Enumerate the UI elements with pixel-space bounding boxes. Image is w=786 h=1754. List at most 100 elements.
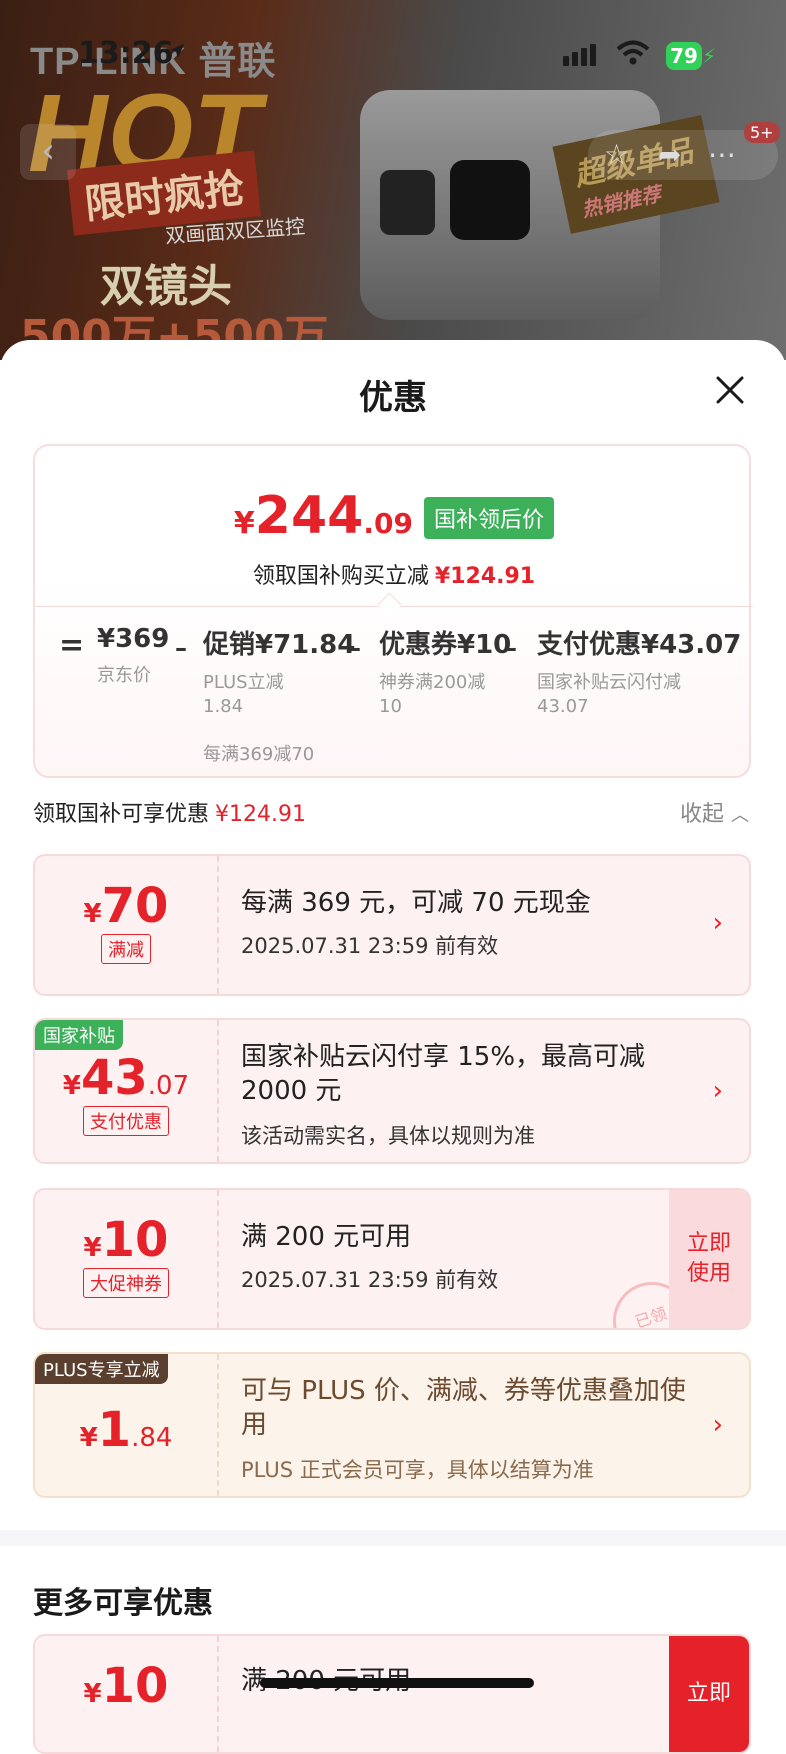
discount-amount-panel: ¥1.84	[35, 1354, 219, 1496]
collapse-toggle[interactable]: 收起 ︿	[680, 796, 749, 828]
minus-sign: –	[505, 634, 517, 662]
amount-decimal: .07	[147, 1071, 190, 1101]
charging-bolt-icon: ⚡	[702, 44, 717, 68]
message-count-badge: 5+	[744, 122, 780, 143]
discount-amount-panel: ¥10 大促神券	[35, 1190, 219, 1328]
discount-amount: ¥70	[35, 878, 217, 934]
camera-flash-module	[380, 170, 435, 235]
discount-card-full-reduction[interactable]: ¥70 满减 每满 369 元，可减 70 元现金 2025.07.31 23:…	[33, 854, 751, 996]
breakdown-value: 支付优惠¥43.07	[537, 630, 742, 660]
amount-currency: ¥	[83, 899, 102, 929]
discount-title: 国家补贴云闪付享 15%，最高可减 2000 元	[241, 1042, 646, 1106]
final-price: ¥244.09	[234, 486, 413, 546]
discount-validity: 2025.07.31 23:59 前有效	[241, 934, 499, 958]
amount-integer: 70	[101, 878, 169, 934]
discount-details: 可与 PLUS 价、满减、券等优惠叠加使用 PLUS 正式会员可享，具体以结算为…	[241, 1374, 689, 1484]
discount-card-plus-member[interactable]: PLUS专享立减 ¥1.84 可与 PLUS 价、满减、券等优惠叠加使用 PLU…	[33, 1352, 751, 1498]
discount-details: 国家补贴云闪付享 15%，最高可减 2000 元 该活动需实名，具体以规则为准	[241, 1040, 689, 1150]
subsidy-saving-amount: ¥124.91	[434, 564, 536, 589]
chevron-right-icon: ›	[712, 1076, 723, 1106]
amount-integer: 10	[101, 1658, 169, 1714]
top-action-bar: ☆ ➦ ⋯ 5+	[588, 122, 780, 180]
final-price-row: ¥244.09 国补领后价	[35, 486, 753, 546]
discount-rule-note: PLUS 正式会员可享，具体以结算为准	[241, 1458, 594, 1482]
price-currency: ¥	[233, 506, 255, 541]
home-indicator[interactable]	[260, 1678, 534, 1688]
discount-card-national-subsidy[interactable]: 国家补贴 ¥43.07 支付优惠 国家补贴云闪付享 15%，最高可减 2000 …	[33, 1018, 751, 1164]
subsidy-saving-line: 领取国补购买立减 ¥124.91	[35, 558, 753, 590]
amount-currency: ¥	[79, 1423, 98, 1453]
breakdown-value: ¥369	[97, 624, 170, 654]
available-discounts-header: 领取国补可享优惠 ¥124.91	[33, 796, 306, 828]
discount-amount: ¥10	[35, 1212, 217, 1268]
location-arrow-icon	[169, 43, 185, 59]
collapse-label: 收起	[680, 802, 725, 827]
amount-currency: ¥	[62, 1071, 81, 1101]
amount-currency: ¥	[83, 1233, 102, 1263]
breakdown-value: 促销¥71.84	[203, 630, 356, 660]
breakdown-promotion: 促销¥71.84 PLUS立减 1.84 每满369减70	[203, 624, 355, 767]
close-icon[interactable]	[714, 374, 746, 406]
more-discount-card-coupon[interactable]: ¥10 满 200 元可用 立即	[33, 1634, 751, 1754]
discount-amount: ¥1.84	[35, 1402, 217, 1458]
breakdown-value: 优惠券¥10	[379, 630, 512, 660]
sheet-title: 优惠	[359, 378, 427, 418]
price-breakdown-formula: = ¥369 京东价 – 促销¥71.84 PLUS立减 1.84 每满369减…	[35, 624, 753, 767]
status-time: 13:26	[78, 36, 174, 71]
back-button[interactable]: ‹	[20, 124, 76, 180]
available-discounts-label: 领取国补可享优惠	[33, 802, 210, 827]
breakdown-desc: PLUS立减 1.84 每满369减70	[203, 672, 315, 765]
breakdown-jd-price: ¥369 京东价	[97, 624, 169, 688]
discount-details: 满 200 元可用 2025.07.31 23:59 前有效	[241, 1220, 689, 1294]
breakdown-desc: 国家补贴云闪付减 43.07	[537, 672, 681, 717]
more-icon[interactable]: ⋯	[708, 138, 736, 171]
amount-decimal: .84	[131, 1423, 173, 1453]
minus-sign: –	[349, 634, 361, 662]
discount-title: 可与 PLUS 价、满减、券等优惠叠加使用	[241, 1376, 686, 1440]
price-integer: 244	[254, 486, 364, 546]
discount-rule-note: 该活动需实名，具体以规则为准	[241, 1124, 535, 1148]
subsidy-saving-label: 领取国补购买立减	[252, 564, 429, 589]
amount-integer: 43	[80, 1050, 148, 1106]
summary-notch	[377, 592, 402, 617]
share-icon[interactable]: ➦	[658, 138, 681, 171]
discount-type-pill: 支付优惠	[83, 1106, 169, 1136]
battery-level-badge: 79	[666, 42, 702, 70]
wifi-icon	[616, 40, 650, 65]
breakdown-desc: 京东价	[97, 665, 151, 686]
cellular-signal-icon	[563, 44, 599, 66]
amount-integer: 10	[101, 1212, 169, 1268]
equals-sign: =	[59, 628, 85, 663]
chevron-up-icon: ︿	[731, 805, 750, 826]
discount-amount-panel: ¥70 满减	[35, 856, 219, 994]
chevron-right-icon: ›	[712, 908, 723, 938]
discount-title: 每满 369 元，可减 70 元现金	[241, 888, 591, 918]
chevron-right-icon: ›	[712, 1410, 723, 1440]
discount-amount-panel: ¥10	[35, 1636, 219, 1752]
breakdown-coupon: 优惠券¥10 神券满200减 10	[379, 624, 511, 719]
discount-card-coupon[interactable]: ¥10 大促神券 满 200 元可用 2025.07.31 23:59 前有效 …	[33, 1188, 751, 1330]
discount-type-pill: 满减	[101, 934, 151, 964]
section-separator	[0, 1530, 786, 1546]
breakdown-desc: 神券满200减 10	[379, 672, 486, 717]
camera-lens	[450, 160, 530, 240]
discount-amount: ¥10	[35, 1658, 217, 1714]
discount-details: 每满 369 元，可减 70 元现金 2025.07.31 23:59 前有效	[241, 886, 689, 960]
discount-amount-panel: ¥43.07 支付优惠	[35, 1020, 219, 1162]
available-discounts-amount: ¥124.91	[215, 802, 306, 827]
subsidy-price-tag: 国补领后价	[424, 497, 555, 539]
amount-integer: 1	[97, 1402, 132, 1458]
minus-sign: –	[175, 634, 187, 662]
amount-currency: ¥	[83, 1679, 102, 1709]
discount-validity: 2025.07.31 23:59 前有效	[241, 1268, 499, 1292]
discount-amount: ¥43.07	[35, 1050, 217, 1106]
use-now-button[interactable]: 立即使用	[669, 1190, 749, 1328]
price-decimal: .09	[363, 507, 413, 540]
use-now-button[interactable]: 立即	[669, 1636, 749, 1752]
price-summary-card: ¥244.09 国补领后价 领取国补购买立减 ¥124.91 = ¥369 京东价…	[33, 444, 753, 778]
chevron-left-icon: ‹	[41, 131, 55, 171]
discount-type-pill: 大促神券	[83, 1268, 169, 1298]
discount-sheet: 优惠 ¥244.09 国补领后价 领取国补购买立减 ¥124.91 = ¥369 …	[0, 340, 786, 1754]
more-discounts-title: 更多可享优惠	[33, 1586, 213, 1621]
favorite-star-icon[interactable]: ☆	[604, 138, 629, 171]
